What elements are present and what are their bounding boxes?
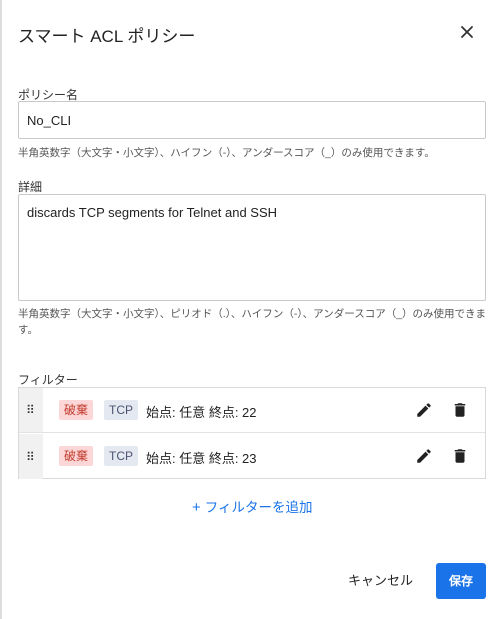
cancel-button[interactable]: キャンセル xyxy=(348,570,413,589)
policy-name-hint: 半角英数字（大文字・小文字）、ハイフン（-）、アンダースコア（_）のみ使用できま… xyxy=(18,147,435,159)
delete-filter-button[interactable] xyxy=(451,447,469,465)
plus-icon: + xyxy=(192,499,201,516)
add-filter-button[interactable]: + フィルターを追加 xyxy=(192,496,313,516)
delete-filter-button[interactable] xyxy=(451,401,469,419)
close-button[interactable] xyxy=(457,22,477,42)
action-badge: 破棄 xyxy=(59,400,94,420)
filters-list: ⠿ 破棄 TCP 始点: 任意 終点: 22 ⠿ 破棄 TCP 始点: 任意 終… xyxy=(18,387,486,479)
description-label: 詳細 xyxy=(18,180,43,194)
filter-row: ⠿ 破棄 TCP 始点: 任意 終点: 22 xyxy=(19,388,485,433)
dialog-title: スマート ACL ポリシー xyxy=(18,27,196,46)
policy-name-input[interactable] xyxy=(18,101,486,139)
save-button[interactable]: 保存 xyxy=(436,563,486,599)
edit-filter-button[interactable] xyxy=(415,447,433,465)
dialog-left-border xyxy=(0,0,2,619)
edit-filter-button[interactable] xyxy=(415,401,433,419)
protocol-badge: TCP xyxy=(104,400,138,420)
protocol-badge: TCP xyxy=(104,446,138,466)
drag-handle-icon: ⠿ xyxy=(26,449,35,464)
action-badge: 破棄 xyxy=(59,446,94,466)
pencil-icon xyxy=(417,403,431,417)
description-hint: 半角英数字（大文字・小文字）、ピリオド（.）、ハイフン（-）、アンダースコア（_… xyxy=(18,308,487,336)
drag-handle-icon: ⠿ xyxy=(26,403,35,417)
filter-rule-text: 始点: 任意 終点: 23 xyxy=(146,451,257,466)
description-textarea[interactable]: discards TCP segments for Telnet and SSH xyxy=(18,194,486,301)
trash-icon xyxy=(454,449,466,463)
filters-label: フィルター xyxy=(18,373,78,387)
pencil-icon xyxy=(417,449,431,463)
trash-icon xyxy=(454,403,466,417)
close-icon xyxy=(461,26,473,38)
filter-row: ⠿ 破棄 TCP 始点: 任意 終点: 23 xyxy=(19,434,485,479)
filter-rule-text: 始点: 任意 終点: 22 xyxy=(146,405,257,420)
add-filter-label: フィルターを追加 xyxy=(204,500,313,515)
drag-handle[interactable]: ⠿ xyxy=(19,388,43,432)
drag-handle[interactable]: ⠿ xyxy=(19,434,43,479)
